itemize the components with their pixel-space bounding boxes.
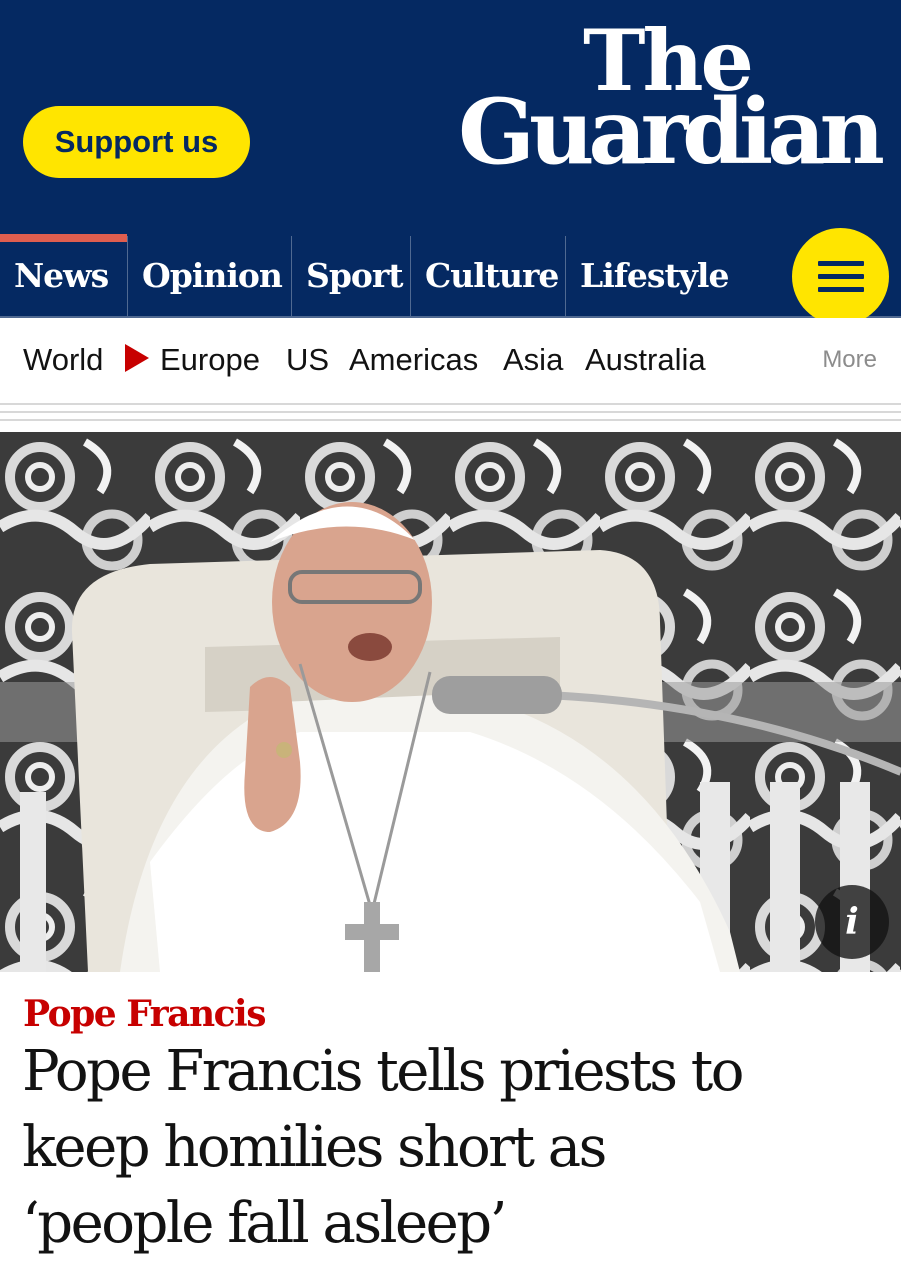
info-icon: i (845, 901, 859, 943)
headline-line: ‘people fall asleep’ (22, 1191, 507, 1256)
masthead: Support us The Guardian (0, 0, 901, 236)
article-kicker[interactable]: Pope Francis (23, 993, 266, 1035)
guardian-logo[interactable]: The Guardian (409, 14, 885, 181)
pope-photo (0, 432, 901, 972)
pillar-sport[interactable]: Sport (292, 236, 411, 318)
triangle-right-icon (125, 344, 149, 372)
support-us-button[interactable]: Support us (23, 106, 250, 178)
pillar-nav: News Opinion Sport Culture Lifestyle (0, 234, 901, 318)
article-headline: Pope Francis tells priests to keep homil… (22, 1034, 882, 1262)
headline-line: Pope Francis tells priests to (22, 1039, 744, 1104)
hamburger-icon (817, 261, 864, 266)
subnav-australia[interactable]: Australia (585, 342, 706, 378)
info-button[interactable]: i (815, 885, 889, 959)
subnav-asia[interactable]: Asia (503, 342, 563, 378)
hero-image[interactable] (0, 432, 901, 972)
pillar-culture[interactable]: Culture (411, 236, 566, 318)
subnav-europe[interactable]: Europe (160, 342, 260, 378)
divider (0, 411, 901, 413)
logo-line-guardian: Guardian (458, 79, 885, 185)
divider (0, 403, 901, 405)
subnav-americas[interactable]: Americas (349, 342, 478, 378)
subnav-us[interactable]: US (286, 342, 329, 378)
pillar-lifestyle[interactable]: Lifestyle (566, 236, 746, 318)
more-link[interactable]: More (822, 346, 877, 374)
pillar-opinion[interactable]: Opinion (128, 236, 292, 318)
headline-line: keep homilies short as (22, 1115, 607, 1180)
pillar-news[interactable]: News (0, 234, 128, 318)
subnav-world[interactable]: World (23, 342, 103, 378)
menu-button[interactable] (792, 228, 889, 325)
divider (0, 419, 901, 421)
